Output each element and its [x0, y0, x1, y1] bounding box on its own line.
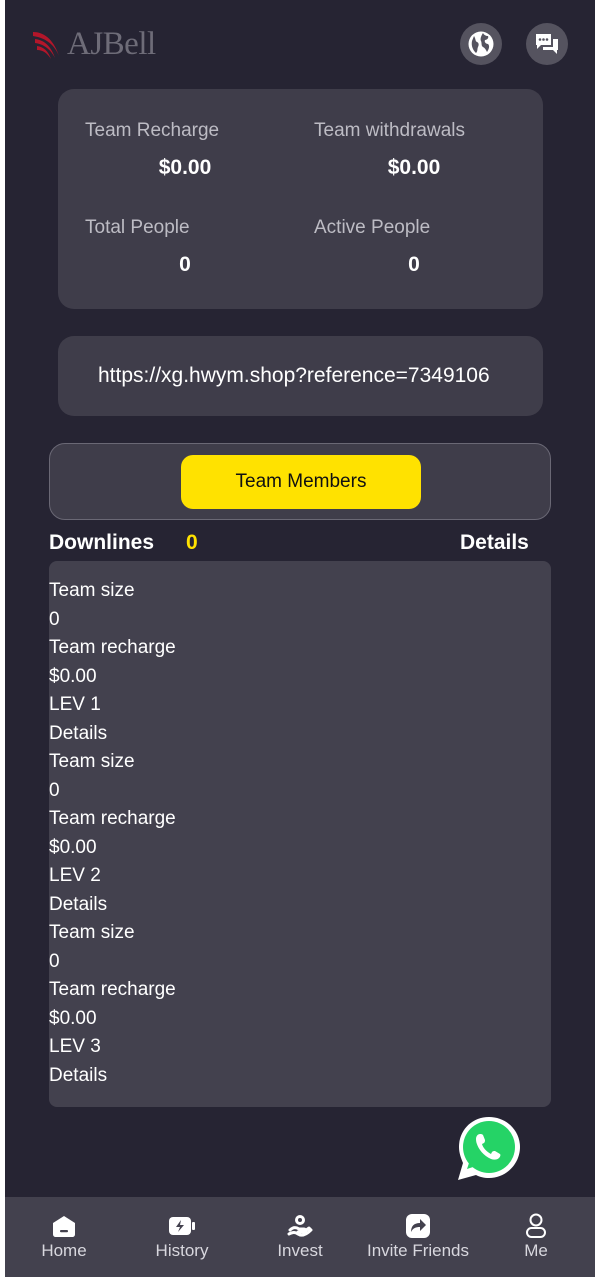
- active-people-stat: Active People 0: [314, 217, 514, 277]
- total-people-stat: Total People 0: [85, 217, 285, 277]
- nav-invest[interactable]: Invest: [267, 1197, 333, 1277]
- downlines-title: Downlines: [49, 531, 155, 554]
- team-size-value: 0: [49, 950, 60, 972]
- team-size-label: Team size: [49, 580, 135, 601]
- brand-name: AJBell: [67, 25, 156, 62]
- level-details-link[interactable]: Details: [49, 720, 551, 749]
- level-details-link[interactable]: Details: [49, 1062, 551, 1091]
- nav-label: Invite Friends: [366, 1241, 470, 1260]
- nav-invite-friends[interactable]: Invite Friends: [360, 1197, 476, 1277]
- team-recharge-value: $0.00: [49, 665, 97, 687]
- stat-value: 0: [408, 253, 420, 276]
- team-size-value: 0: [49, 779, 60, 801]
- team-size-label: Team size: [49, 922, 135, 943]
- stat-value: 0: [179, 253, 191, 276]
- messages-button[interactable]: [526, 23, 568, 65]
- nav-home[interactable]: Home: [31, 1197, 97, 1277]
- stat-label: Team Recharge: [85, 120, 220, 141]
- brand-logo: AJBell: [31, 22, 156, 66]
- team-recharge-value: $0.00: [49, 836, 97, 858]
- nav-me[interactable]: Me: [504, 1197, 568, 1277]
- team-levels-list: Team size 0 Team recharge $0.00 LEV 1 De…: [49, 561, 551, 1107]
- stat-value: $0.00: [387, 156, 441, 179]
- nav-label: Invest: [277, 1241, 323, 1260]
- downlines-details-link[interactable]: Details: [460, 531, 529, 555]
- team-recharge-stat: Team Recharge $0.00: [85, 120, 285, 180]
- nav-history[interactable]: History: [146, 1197, 218, 1277]
- chat-icon: [536, 34, 558, 54]
- home-icon: [51, 1213, 77, 1239]
- share-icon: [405, 1213, 431, 1239]
- nav-label: Home: [41, 1241, 87, 1260]
- nav-label: Me: [524, 1241, 548, 1260]
- whatsapp-button[interactable]: [453, 1113, 525, 1185]
- bottom-nav: Home History Invest Invite Friends Me: [5, 1197, 595, 1277]
- level-label: LEV 2: [49, 865, 101, 886]
- team-size-label: Team size: [49, 751, 135, 772]
- team-members-panel: Team Members: [49, 443, 551, 520]
- app-screen: AJBell Team Recharge $0.00 Team withdraw…: [5, 0, 595, 1277]
- history-icon: [168, 1213, 196, 1239]
- level-label: LEV 1: [49, 694, 101, 715]
- stat-label: Team withdrawals: [314, 120, 465, 141]
- level-label: LEV 3: [49, 1036, 101, 1057]
- stat-label: Total People: [85, 217, 190, 238]
- referral-link-card[interactable]: https://xg.hwym.shop?reference=7349106: [58, 336, 543, 416]
- stat-label: Active People: [314, 217, 431, 238]
- downlines-count: 0: [186, 531, 198, 554]
- team-recharge-label: Team recharge: [49, 637, 176, 658]
- whatsapp-icon: [458, 1117, 520, 1180]
- invest-icon: [287, 1213, 313, 1239]
- team-members-button[interactable]: Team Members: [181, 455, 421, 509]
- team-recharge-label: Team recharge: [49, 979, 176, 1000]
- user-icon: [525, 1213, 547, 1239]
- language-button[interactable]: [460, 23, 502, 65]
- team-recharge-label: Team recharge: [49, 808, 176, 829]
- team-size-value: 0: [49, 608, 60, 630]
- referral-url[interactable]: https://xg.hwym.shop?reference=7349106: [98, 364, 516, 388]
- team-withdrawals-stat: Team withdrawals $0.00: [314, 120, 514, 180]
- brand-mark-icon: [33, 32, 59, 59]
- team-recharge-value: $0.00: [49, 1007, 97, 1029]
- globe-icon: [468, 31, 494, 57]
- stat-value: $0.00: [158, 156, 212, 179]
- team-stats-card: Team Recharge $0.00 Team withdrawals $0.…: [58, 89, 543, 309]
- nav-label: History: [155, 1241, 209, 1260]
- level-details-link[interactable]: Details: [49, 891, 551, 920]
